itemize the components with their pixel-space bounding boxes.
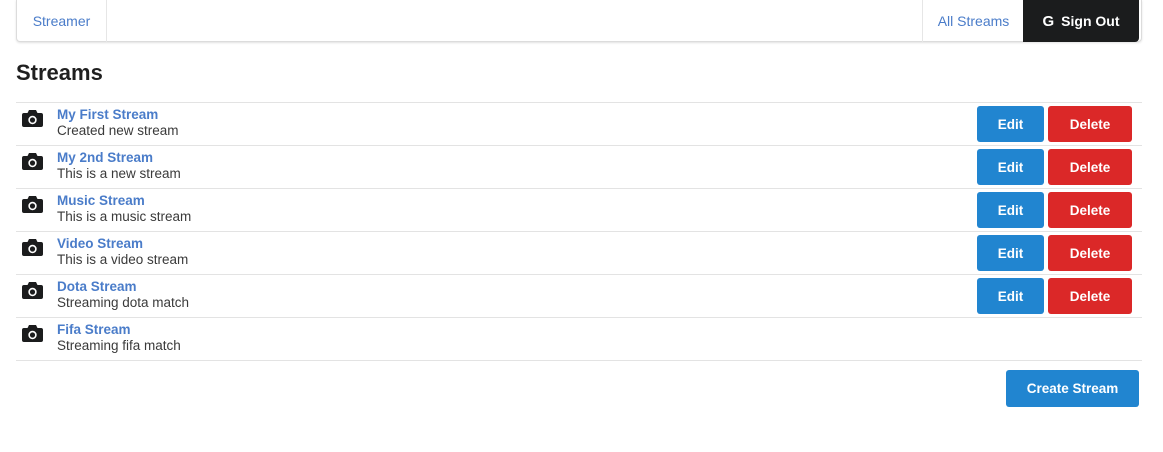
camera-icon <box>22 110 43 127</box>
delete-button[interactable]: Delete <box>1048 235 1132 271</box>
streams-list: My First Stream Created new stream Edit … <box>16 102 1142 361</box>
top-navbar: Streamer All Streams G Sign Out <box>16 0 1142 42</box>
delete-button[interactable]: Delete <box>1048 278 1132 314</box>
edit-button[interactable]: Edit <box>977 235 1044 271</box>
list-item: My 2nd Stream This is a new stream Edit … <box>16 146 1142 189</box>
stream-title[interactable]: Music Stream <box>57 193 145 208</box>
stream-title[interactable]: Fifa Stream <box>57 322 131 337</box>
sign-out-label: Sign Out <box>1061 13 1120 29</box>
list-item: Dota Stream Streaming dota match Edit De… <box>16 275 1142 318</box>
edit-button[interactable]: Edit <box>977 149 1044 185</box>
camera-icon <box>22 282 43 299</box>
stream-title[interactable]: My First Stream <box>57 107 158 122</box>
delete-button[interactable]: Delete <box>1048 106 1132 142</box>
brand-link[interactable]: Streamer <box>17 0 107 42</box>
stream-description: This is a video stream <box>57 252 189 267</box>
sign-out-button[interactable]: G Sign Out <box>1023 0 1139 42</box>
camera-icon <box>22 325 43 342</box>
list-item: Video Stream This is a video stream Edit… <box>16 232 1142 275</box>
stream-description: Created new stream <box>57 123 179 138</box>
stream-description: This is a new stream <box>57 166 181 181</box>
list-item: Music Stream This is a music stream Edit… <box>16 189 1142 232</box>
stream-description: Streaming dota match <box>57 295 190 310</box>
page-title: Streams <box>16 60 103 85</box>
stream-description: This is a music stream <box>57 209 192 224</box>
stream-title[interactable]: Video Stream <box>57 236 143 251</box>
camera-icon <box>22 196 43 213</box>
delete-button[interactable]: Delete <box>1048 149 1132 185</box>
edit-button[interactable]: Edit <box>977 106 1044 142</box>
stream-title[interactable]: Dota Stream <box>57 279 137 294</box>
edit-button[interactable]: Edit <box>977 192 1044 228</box>
all-streams-link[interactable]: All Streams <box>922 0 1024 42</box>
edit-button[interactable]: Edit <box>977 278 1044 314</box>
create-stream-button[interactable]: Create Stream <box>1006 370 1139 407</box>
list-item: Fifa Stream Streaming fifa match <box>16 318 1142 361</box>
stream-description: Streaming fifa match <box>57 338 181 353</box>
camera-icon <box>22 153 43 170</box>
google-icon: G <box>1042 12 1055 30</box>
list-item: My First Stream Created new stream Edit … <box>16 103 1142 146</box>
stream-title[interactable]: My 2nd Stream <box>57 150 153 165</box>
camera-icon <box>22 239 43 256</box>
delete-button[interactable]: Delete <box>1048 192 1132 228</box>
